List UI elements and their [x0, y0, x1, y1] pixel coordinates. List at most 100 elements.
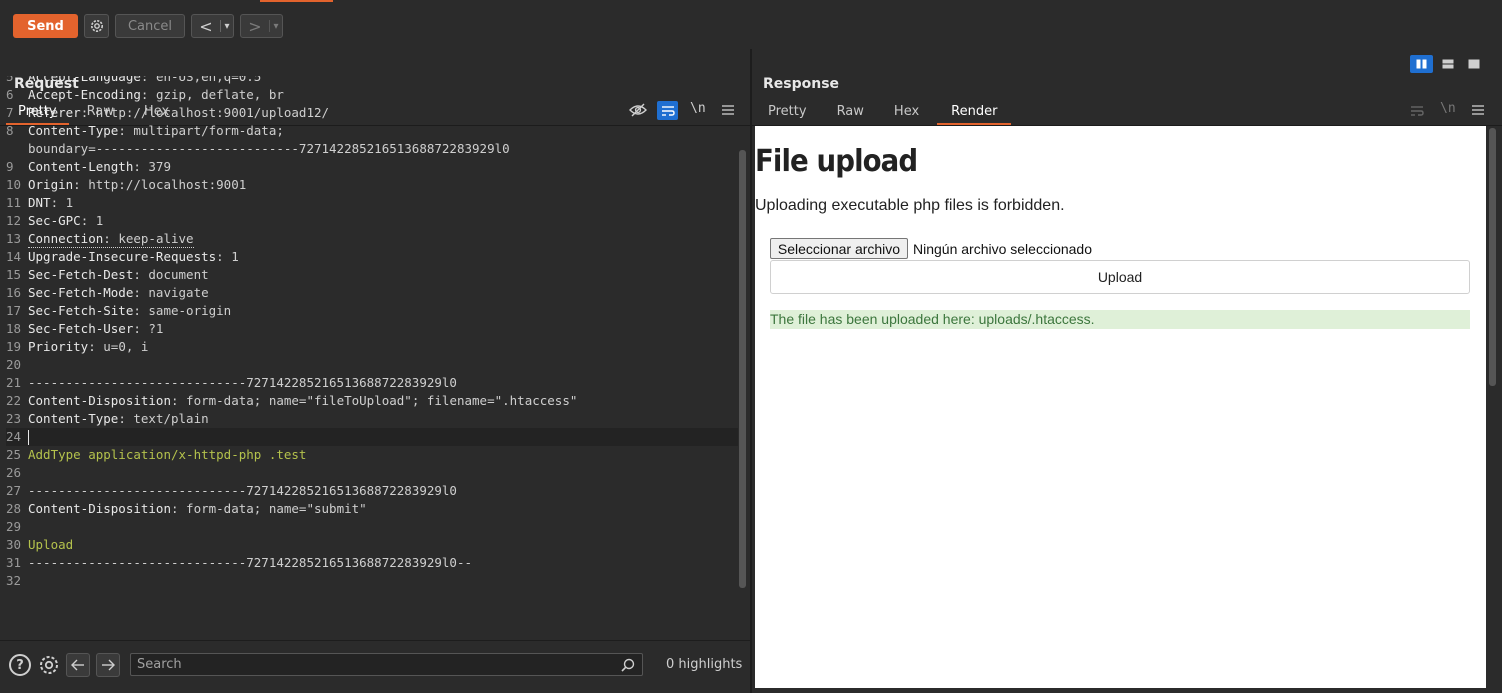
search-input[interactable]: Search	[130, 653, 643, 676]
code-line[interactable]: 17 Sec-Fetch-Site: same-origin	[6, 302, 738, 320]
code-line[interactable]: 29	[6, 518, 738, 536]
header-value: : http://localhost:9001/upload12/	[80, 105, 330, 120]
code-text: Connection: keep-alive	[28, 230, 194, 248]
dropdown-icon[interactable]: ▾	[221, 15, 233, 37]
code-text: Priority: u=0, i	[28, 338, 148, 356]
newline-toggle[interactable]: \n	[1440, 101, 1456, 116]
body-text: -----------------------------72714228521…	[28, 555, 473, 570]
code-line[interactable]: 12 Sec-GPC: 1	[6, 212, 738, 230]
dropdown-icon[interactable]: ▾	[270, 15, 282, 37]
tab-render[interactable]: Render	[937, 101, 1012, 125]
request-scrollbar[interactable]	[739, 150, 746, 588]
chevron-left-icon[interactable]: <	[192, 15, 220, 37]
header-name: Content-Type	[28, 411, 119, 426]
line-number: 15	[6, 267, 22, 282]
arrow-left-icon[interactable]	[66, 653, 90, 677]
header-value: : 1	[216, 249, 239, 264]
cancel-button[interactable]: Cancel	[115, 14, 185, 38]
code-line[interactable]: 30 Upload	[6, 536, 738, 554]
code-line[interactable]: 7 Referer: http://localhost:9001/upload12…	[6, 104, 738, 122]
code-line[interactable]: 9 Content-Length: 379	[6, 158, 738, 176]
code-line[interactable]: 18 Sec-Fetch-User: ?1	[6, 320, 738, 338]
header-name: Priority	[28, 339, 89, 354]
header-value: : form-data; name="fileToUpload"; filena…	[171, 393, 578, 408]
code-line[interactable]: 15 Sec-Fetch-Dest: document	[6, 266, 738, 284]
line-number: 16	[6, 285, 22, 300]
header-name: Sec-Fetch-Mode	[28, 285, 134, 300]
line-number: 28	[6, 501, 22, 516]
code-line[interactable]: 14 Upgrade-Insecure-Requests: 1	[6, 248, 738, 266]
header-value: : http://localhost:9001	[73, 177, 247, 192]
tab-hex[interactable]: Hex	[882, 101, 931, 123]
header-value: : u=0, i	[88, 339, 149, 354]
code-line[interactable]: 5 Accept-Language: en-US,en;q=0.5	[6, 76, 738, 86]
previous-request-button[interactable]: < ▾	[191, 14, 234, 38]
code-text: Content-Length: 379	[28, 158, 171, 176]
code-line[interactable]: 26	[6, 464, 738, 482]
code-text: -----------------------------72714228521…	[28, 554, 472, 572]
word-wrap-icon[interactable]	[1408, 102, 1426, 119]
header-name: Upgrade-Insecure-Requests	[28, 249, 217, 264]
code-line[interactable]: 22 Content-Disposition: form-data; name="…	[6, 392, 738, 410]
line-number: 22	[6, 393, 22, 408]
stacked-layout-icon[interactable]	[1436, 55, 1459, 73]
code-line[interactable]: 19 Priority: u=0, i	[6, 338, 738, 356]
code-text: Referer: http://localhost:9001/upload12/	[28, 104, 329, 122]
settings-button[interactable]	[84, 14, 109, 38]
header-value: : document	[133, 267, 209, 282]
code-line[interactable]: 31 -----------------------------727142285…	[6, 554, 738, 572]
code-text: -----------------------------72714228521…	[28, 374, 457, 392]
arrow-right-icon[interactable]	[96, 653, 120, 677]
line-number: 27	[6, 483, 22, 498]
code-line[interactable]: 16 Sec-Fetch-Mode: navigate	[6, 284, 738, 302]
header-value: : 379	[133, 159, 171, 174]
tab-pretty[interactable]: Pretty	[756, 101, 819, 123]
code-line[interactable]: 11 DNT: 1	[6, 194, 738, 212]
response-scrollbar[interactable]	[1489, 128, 1496, 386]
next-request-button[interactable]: > ▾	[240, 14, 283, 38]
code-line[interactable]: 8 Content-Type: multipart/form-data;	[6, 122, 738, 140]
code-text	[28, 428, 29, 446]
code-text: Upgrade-Insecure-Requests: 1	[28, 248, 239, 266]
header-value: : 1	[50, 195, 74, 210]
gear-icon	[90, 20, 103, 32]
code-line[interactable]: 21 -----------------------------727142285…	[6, 374, 738, 392]
upload-button[interactable]: Upload	[770, 260, 1470, 294]
code-line[interactable]: 10 Origin: http://localhost:9001	[6, 176, 738, 194]
header-value: : same-origin	[133, 303, 232, 318]
code-text: -----------------------------72714228521…	[28, 482, 457, 500]
code-line[interactable]: 24	[6, 428, 738, 446]
search-icon[interactable]	[620, 657, 636, 673]
search-settings-icon[interactable]	[37, 653, 61, 677]
request-editor[interactable]: 5 Accept-Language: en-US,en;q=0.5 6 Accept-…	[6, 76, 738, 590]
send-button[interactable]: Send	[13, 14, 78, 38]
side-by-side-layout-icon[interactable]	[1410, 55, 1433, 73]
header-name: Referer	[28, 105, 81, 120]
code-line[interactable]: 20	[6, 356, 738, 374]
header-name: Origin	[28, 177, 74, 192]
code-text: Sec-Fetch-Dest: document	[28, 266, 209, 284]
chevron-right-icon[interactable]: >	[241, 15, 269, 37]
body-text: boundary=---------------------------7271…	[28, 141, 510, 156]
code-line[interactable]: 28 Content-Disposition: form-data; name="…	[6, 500, 738, 518]
single-layout-icon[interactable]	[1462, 55, 1485, 73]
code-line[interactable]: 27 -----------------------------727142285…	[6, 482, 738, 500]
line-number: 25	[6, 447, 22, 462]
code-line[interactable]: 32	[6, 572, 738, 590]
line-number: 26	[6, 465, 22, 480]
layout-switcher	[1410, 55, 1485, 73]
code-text: boundary=---------------------------7271…	[28, 140, 510, 158]
tab-raw[interactable]: Raw	[825, 101, 876, 123]
code-line[interactable]: 13 Connection: keep-alive	[6, 230, 738, 248]
menu-icon[interactable]	[1470, 102, 1486, 118]
line-number: 24	[6, 429, 22, 444]
code-line[interactable]: 25 AddType application/x-httpd-php .test	[6, 446, 738, 464]
file-status: Ningún archivo seleccionado	[913, 241, 1092, 257]
line-number: 12	[6, 213, 22, 228]
code-line[interactable]: 6 Accept-Encoding: gzip, deflate, br	[6, 86, 738, 104]
code-line[interactable]: 23 Content-Type: text/plain	[6, 410, 738, 428]
choose-file-button[interactable]: Seleccionar archivo	[770, 238, 908, 259]
help-icon[interactable]: ?	[9, 654, 31, 676]
code-line[interactable]: boundary=---------------------------7271…	[6, 140, 738, 158]
body-text: -----------------------------72714228521…	[28, 375, 457, 390]
